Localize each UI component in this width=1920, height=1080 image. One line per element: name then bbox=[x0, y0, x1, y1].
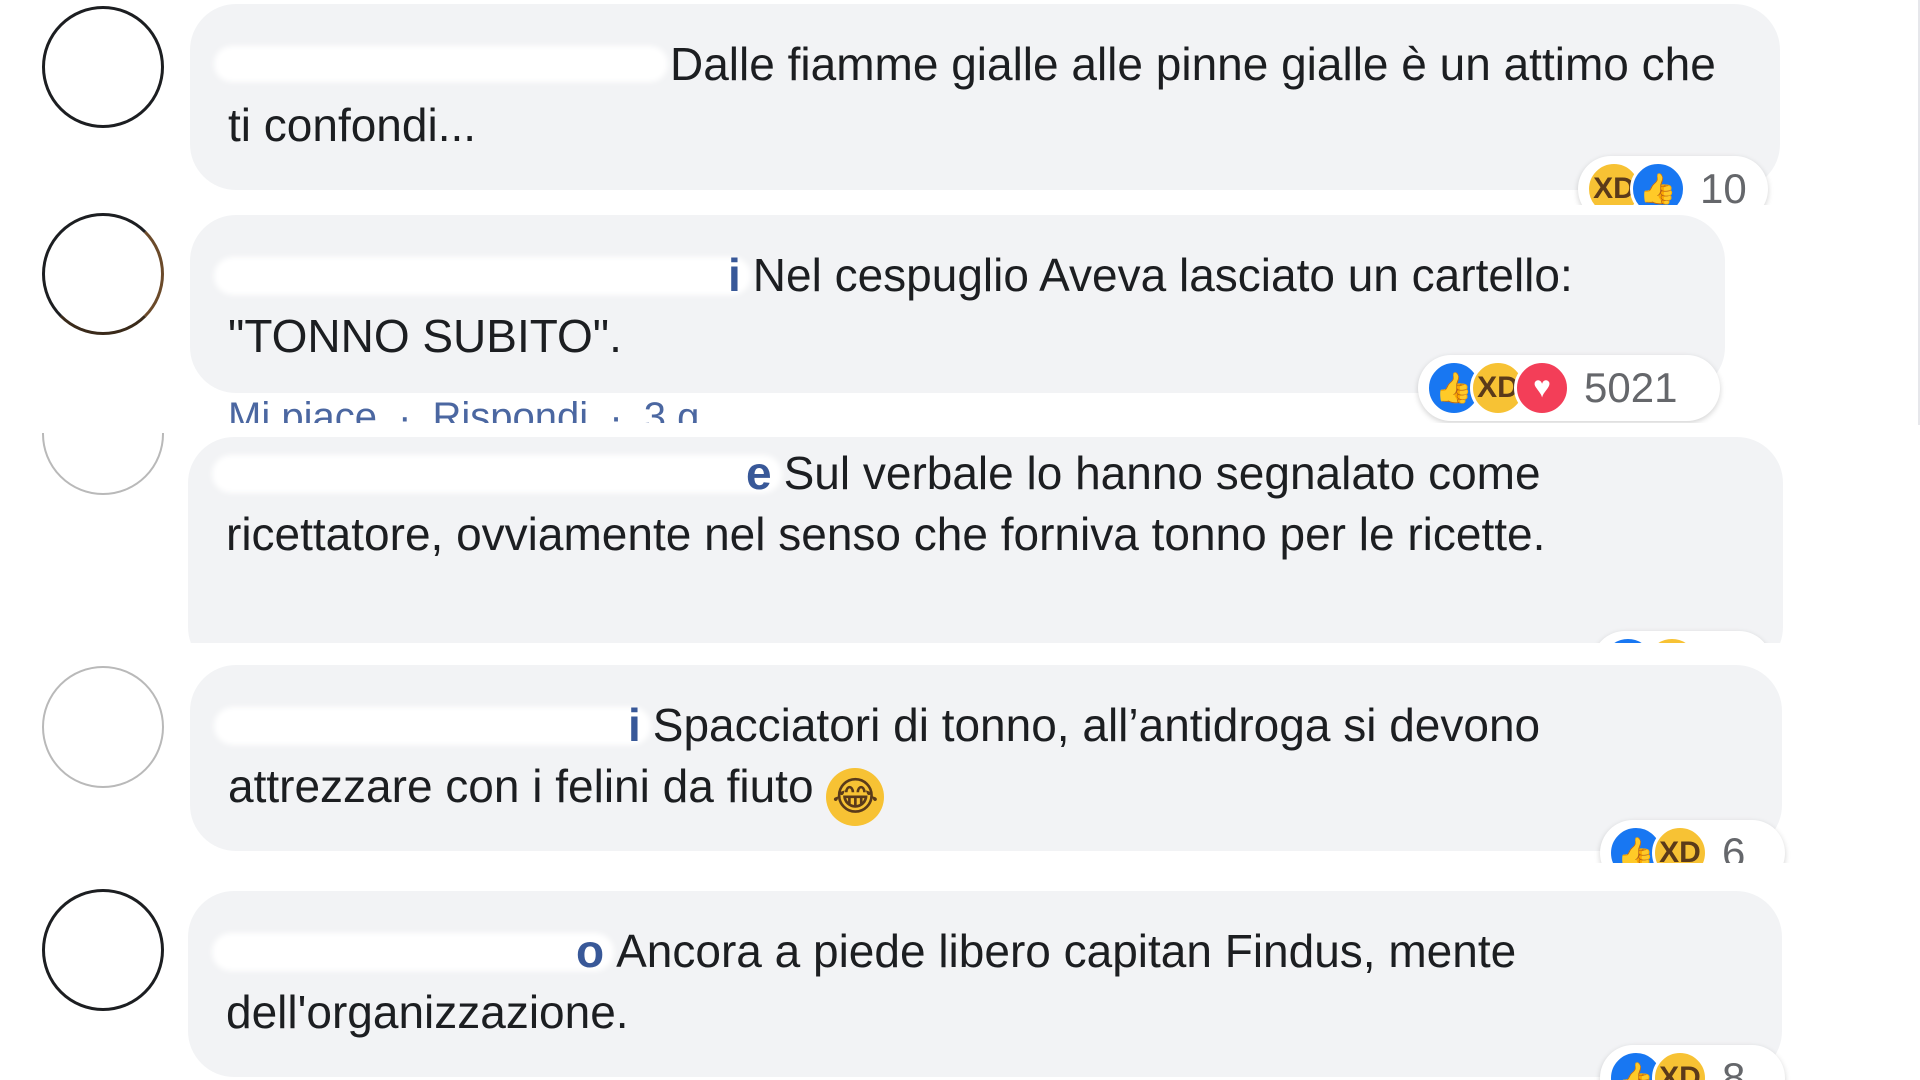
comment-bubble: o Ancora a piede libero capitan Findus, m… bbox=[188, 891, 1782, 1077]
avatar[interactable] bbox=[42, 213, 164, 335]
reaction-count: 8 bbox=[1722, 1054, 1746, 1080]
redaction-blur bbox=[214, 707, 651, 745]
comment-4: i Spacciatori di tonno, all’antidroga si … bbox=[0, 660, 1800, 863]
redaction-blur bbox=[212, 933, 615, 971]
haha-icon: XD bbox=[1652, 1050, 1708, 1080]
like-icon: 👍 bbox=[1600, 636, 1656, 643]
avatar[interactable] bbox=[42, 6, 164, 128]
avatar[interactable] bbox=[42, 666, 164, 788]
like-link[interactable]: Mi piace bbox=[228, 395, 377, 423]
reaction-count: 5021 bbox=[1584, 364, 1678, 411]
like-icon: 👍 bbox=[1630, 161, 1686, 205]
author-name[interactable]: i bbox=[214, 249, 751, 301]
reactions-summary[interactable]: 👍 XD 6 bbox=[1600, 820, 1785, 863]
love-icon: ♥ bbox=[1514, 360, 1570, 416]
author-name[interactable]: e bbox=[212, 447, 782, 499]
reactions-summary[interactable]: XD 👍 10 bbox=[1578, 156, 1768, 205]
timestamp[interactable]: 3 g bbox=[644, 395, 700, 423]
comment-1: Dalle fiamme gialle alle pinne gialle è … bbox=[0, 0, 1800, 205]
haha-icon: XD bbox=[1644, 636, 1700, 643]
comment-3: e Sul verbale lo hanno segnalato come ric… bbox=[0, 433, 1800, 643]
reactions-summary[interactable]: 👍 XD 8 bbox=[1600, 1045, 1785, 1080]
comment-5: o Ancora a piede libero capitan Findus, m… bbox=[0, 885, 1800, 1080]
avatar[interactable] bbox=[42, 889, 164, 1011]
comment-actions: Mi piace · Rispondi · 3 g bbox=[228, 393, 709, 423]
redaction-blur bbox=[214, 257, 751, 295]
comment-list: Dalle fiamme gialle alle pinne gialle è … bbox=[0, 0, 1920, 1080]
reaction-count: 10 bbox=[1700, 165, 1747, 205]
reactions-summary[interactable]: 👍 XD ♥ 5021 bbox=[1418, 355, 1720, 421]
author-name[interactable]: i bbox=[214, 699, 651, 751]
haha-icon: XD bbox=[1652, 825, 1708, 863]
redaction-blur bbox=[214, 46, 668, 82]
author-name[interactable] bbox=[214, 38, 668, 88]
comment-2: i Nel cespuglio Aveva lasciato un cartell… bbox=[0, 205, 1800, 423]
redaction-blur bbox=[212, 455, 782, 493]
reply-link[interactable]: Rispondi bbox=[433, 395, 589, 423]
reactions-summary[interactable]: 👍 XD bbox=[1592, 631, 1772, 643]
tears-of-joy-icon: 😂 bbox=[826, 768, 885, 826]
avatar[interactable] bbox=[42, 433, 164, 495]
comment-bubble: Dalle fiamme gialle alle pinne gialle è … bbox=[190, 4, 1780, 190]
action-separator: · bbox=[609, 395, 623, 423]
author-name[interactable]: o bbox=[212, 925, 615, 977]
comment-bubble: e Sul verbale lo hanno segnalato come ric… bbox=[188, 437, 1783, 643]
action-separator: · bbox=[398, 395, 412, 423]
reaction-count: 6 bbox=[1722, 829, 1746, 863]
comment-bubble: i Spacciatori di tonno, all’antidroga si … bbox=[190, 665, 1782, 851]
